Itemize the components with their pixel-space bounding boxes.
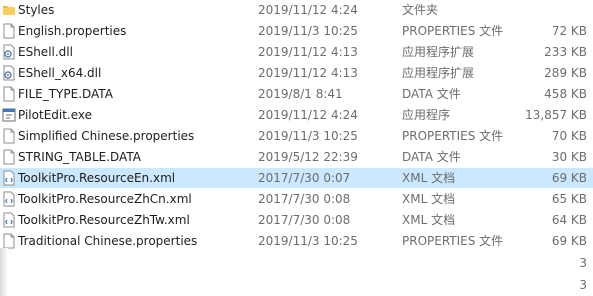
file-size: 69 KB xyxy=(551,234,587,248)
file-type: DATA 文件 xyxy=(402,150,461,164)
file-modified-date: 2019/5/12 22:39 xyxy=(258,150,358,164)
file-modified-date: 2019/11/12 4:13 xyxy=(258,45,358,59)
file-modified-date: 2019/8/1 8:41 xyxy=(258,87,343,101)
file-name: EShell.dll xyxy=(18,45,73,59)
file-name: FILE_TYPE.DATA xyxy=(18,87,113,101)
xml-icon xyxy=(2,191,16,207)
file-name: ToolkitPro.ResourceEn.xml xyxy=(18,171,176,185)
file-size: 69 KB xyxy=(551,171,587,185)
file-row[interactable]: STRING_TABLE.DATA 2019/5/12 22:39 DATA 文件 3… xyxy=(0,147,593,167)
document-icon xyxy=(2,149,16,165)
xml-icon xyxy=(2,170,16,186)
file-name: EShell_x64.dll xyxy=(18,66,102,80)
exe-icon xyxy=(2,107,16,123)
dll-icon xyxy=(2,65,16,81)
file-modified-date: 2019/11/3 10:25 xyxy=(258,234,358,248)
document-icon xyxy=(2,23,16,39)
file-size: 30 KB xyxy=(551,150,587,164)
file-size: 72 KB xyxy=(551,24,587,38)
file-type: XML 文档 xyxy=(402,171,456,185)
file-type: 应用程序 xyxy=(402,108,451,122)
file-size: 289 KB xyxy=(544,66,587,80)
file-type: 应用程序扩展 xyxy=(402,45,475,59)
file-type: DATA 文件 xyxy=(402,87,461,101)
file-size: 70 KB xyxy=(551,129,587,143)
file-type: XML 文档 xyxy=(402,192,456,206)
file-row[interactable]: PilotEdit.exe 2019/11/12 4:24 应用程序 13,857 K… xyxy=(0,105,593,125)
partially-visible-rows: 3 3 xyxy=(0,248,593,296)
file-name: English.properties xyxy=(18,24,127,38)
document-icon xyxy=(2,128,16,144)
file-modified-date: 2019/11/12 4:24 xyxy=(258,3,358,17)
file-name: STRING_TABLE.DATA xyxy=(18,150,141,164)
file-row[interactable]: EShell.dll 2019/11/12 4:13 应用程序扩展 233 KB xyxy=(0,42,593,62)
file-name: PilotEdit.exe xyxy=(18,108,93,122)
file-name: Simplified Chinese.properties xyxy=(18,129,195,143)
file-type: XML 文档 xyxy=(402,213,456,227)
file-row[interactable]: ToolkitPro.ResourceZhCn.xml 2017/7/30 0:0… xyxy=(0,189,593,209)
file-row[interactable]: FILE_TYPE.DATA 2019/8/1 8:41 DATA 文件 458 KB xyxy=(0,84,593,104)
file-modified-date: 2017/7/30 0:07 xyxy=(258,171,351,185)
folder-icon xyxy=(2,2,16,18)
document-icon xyxy=(2,233,16,249)
file-modified-date: 2019/11/3 10:25 xyxy=(258,129,358,143)
file-modified-date: 2019/11/12 4:24 xyxy=(258,108,358,122)
file-row[interactable]: Styles 2019/11/12 4:24 文件夹 xyxy=(0,0,593,20)
file-type: 文件夹 xyxy=(402,3,439,17)
file-row[interactable]: ToolkitPro.ResourceZhTw.xml 2017/7/30 0:0… xyxy=(0,210,593,230)
file-modified-date: 2017/7/30 0:08 xyxy=(258,213,351,227)
file-size: 65 KB xyxy=(551,192,587,206)
document-icon xyxy=(2,86,16,102)
file-name: Traditional Chinese.properties xyxy=(18,234,198,248)
partial-size-cell: 3 xyxy=(579,256,587,270)
file-modified-date: 2019/11/12 4:13 xyxy=(258,66,358,80)
file-modified-date: 2019/11/3 10:25 xyxy=(258,24,358,38)
file-row[interactable]: ToolkitPro.ResourceEn.xml 2017/7/30 0:07 X… xyxy=(0,168,593,188)
file-size: 13,857 KB xyxy=(525,108,587,122)
file-size: 64 KB xyxy=(551,213,587,227)
file-name: ToolkitPro.ResourceZhTw.xml xyxy=(18,213,190,227)
dll-icon xyxy=(2,44,16,60)
file-modified-date: 2017/7/30 0:08 xyxy=(258,192,351,206)
file-type: 应用程序扩展 xyxy=(402,66,475,80)
file-row[interactable]: EShell_x64.dll 2019/11/12 4:13 应用程序扩展 289 K… xyxy=(0,63,593,83)
xml-icon xyxy=(2,212,16,228)
file-type: PROPERTIES 文件 xyxy=(402,129,504,143)
file-row[interactable]: Simplified Chinese.properties 2019/11/3 1… xyxy=(0,126,593,146)
file-size: 233 KB xyxy=(544,45,587,59)
partial-size-cell: 3 xyxy=(579,278,587,292)
file-row[interactable]: English.properties 2019/11/3 10:25 PROPERT… xyxy=(0,21,593,41)
file-type: PROPERTIES 文件 xyxy=(402,234,504,248)
file-size: 458 KB xyxy=(544,87,587,101)
file-name: Styles xyxy=(18,3,55,17)
file-type: PROPERTIES 文件 xyxy=(402,24,504,38)
scroll-edge-shadow xyxy=(0,248,8,296)
file-name: ToolkitPro.ResourceZhCn.xml xyxy=(18,192,192,206)
